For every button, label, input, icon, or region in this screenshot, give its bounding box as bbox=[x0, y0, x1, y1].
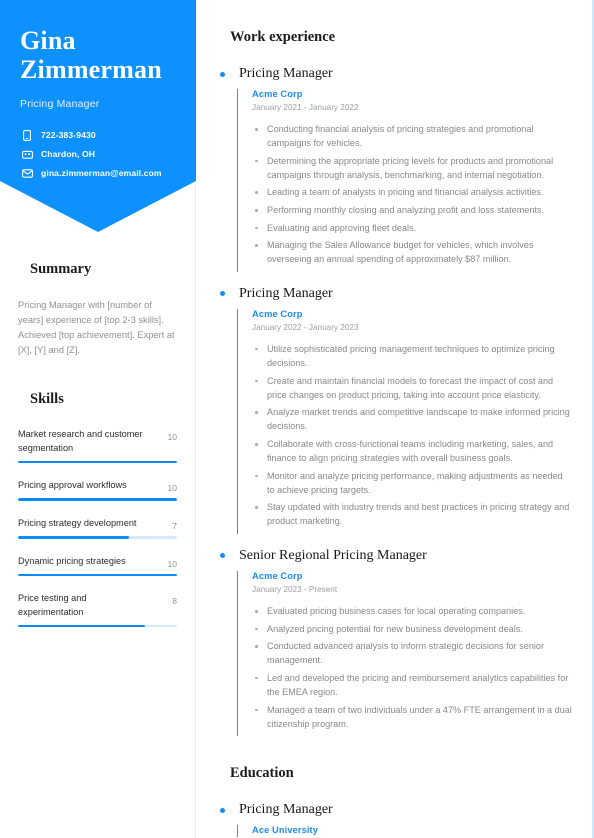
skill-bar-fill bbox=[18, 535, 130, 539]
experience-entry: Pricing Manager Acme Corp January 2022 - J… bbox=[214, 286, 572, 534]
phone-icon bbox=[20, 129, 34, 141]
entry-title: Senior Regional Pricing Manager bbox=[239, 547, 427, 563]
duty-item: Managed a team of two individuals under … bbox=[252, 703, 572, 731]
skills-list: Market research and customer segmentatio… bbox=[18, 428, 177, 628]
entry-company[interactable]: Acme Corp bbox=[252, 571, 572, 581]
skill-name: Pricing strategy development bbox=[18, 517, 137, 528]
email-icon bbox=[20, 167, 34, 179]
bullet-dot-icon bbox=[220, 553, 225, 559]
skill-bar bbox=[18, 535, 177, 539]
entry-body: Acme Corp January 2022 - January 2023 Util… bbox=[237, 308, 572, 534]
contact-email-value: gina.zimmerman@email.com bbox=[41, 168, 162, 179]
duty-item: Leading a team of analysts in pricing an… bbox=[252, 185, 572, 199]
location-icon bbox=[20, 148, 34, 160]
entry-dates: January 2022 - January 2023 bbox=[252, 322, 359, 332]
summary-section: Summary Pricing Manager with [number of … bbox=[0, 254, 195, 358]
skill-bar bbox=[18, 573, 177, 577]
first-name: Gina bbox=[20, 26, 76, 55]
work-experience-entries: Pricing Manager Acme Corp January 2021 - J… bbox=[214, 66, 572, 737]
entry-title: Pricing Manager bbox=[239, 802, 333, 818]
duty-item: Determining the appropriate pricing leve… bbox=[252, 154, 572, 182]
entry-body: Acme Corp January 2021 - January 2022 Cond… bbox=[237, 89, 572, 272]
candidate-name: Gina Zimmerman bbox=[20, 26, 176, 84]
skill-item: Pricing strategy development 7 bbox=[18, 517, 177, 539]
header-job-title: Pricing Manager bbox=[20, 98, 100, 111]
skill-bar-fill bbox=[18, 498, 177, 501]
contact-list: 722-383-9430 Chardon, OH gina.zimmerman@… bbox=[20, 129, 176, 179]
experience-entry: Pricing Manager Acme Corp January 2021 - J… bbox=[214, 66, 572, 272]
skill-score: 10 bbox=[167, 432, 177, 443]
education-section: Education Pricing Manager Ace University bbox=[214, 758, 572, 838]
experience-entry: Senior Regional Pricing Manager Acme Corp… bbox=[214, 547, 572, 737]
skill-name: Dynamic pricing strategies bbox=[18, 555, 126, 566]
skill-bar bbox=[18, 460, 177, 464]
bullet-dot-icon bbox=[220, 807, 225, 813]
contact-location-value: Chardon, OH bbox=[41, 149, 96, 160]
skills-heading: Skills bbox=[14, 384, 82, 414]
duty-item: Led and developed the pricing and reimbu… bbox=[252, 671, 572, 699]
summary-text: Pricing Manager with [number of years] e… bbox=[18, 300, 175, 356]
skills-section: Skills Market research and customer segm… bbox=[0, 384, 195, 628]
experience-entry: Pricing Manager Ace University bbox=[214, 802, 572, 838]
duty-item: Conducted advanced analysis to inform st… bbox=[252, 639, 572, 667]
work-experience-section: Work experience Pricing Manager Acme Corp… bbox=[214, 22, 572, 737]
work-experience-heading: Work experience bbox=[214, 22, 353, 52]
skill-bar-fill bbox=[18, 573, 177, 577]
duty-item: Conducting financial analysis of pricing… bbox=[252, 122, 572, 150]
skill-score: 10 bbox=[167, 558, 177, 569]
contact-phone-value: 722-383-9430 bbox=[41, 130, 96, 141]
bullet-dot-icon bbox=[220, 291, 225, 297]
duty-list: Evaluated pricing business cases for loc… bbox=[252, 604, 572, 731]
skill-bar bbox=[18, 624, 177, 628]
duty-item: Managing the Sales Allowance budget for … bbox=[252, 238, 572, 266]
skill-item: Market research and customer segmentatio… bbox=[18, 428, 177, 464]
skill-item: Price testing and experimentation 8 bbox=[18, 592, 177, 628]
contact-location[interactable]: Chardon, OH bbox=[20, 148, 176, 160]
skill-score: 8 bbox=[172, 596, 177, 607]
duty-item: Monitor and analyze pricing performance,… bbox=[252, 469, 572, 497]
contact-email[interactable]: gina.zimmerman@email.com bbox=[20, 167, 176, 179]
duty-item: Evaluating and approving fleet deals. bbox=[252, 221, 572, 235]
duty-list: Utilize sophisticated pricing management… bbox=[252, 342, 572, 529]
entry-company[interactable]: Ace University bbox=[252, 825, 572, 835]
duty-item: Analyze market trends and competitive la… bbox=[252, 405, 572, 433]
duty-item: Evaluated pricing business cases for loc… bbox=[252, 604, 572, 618]
duty-item: Create and maintain financial models to … bbox=[252, 374, 572, 402]
last-name: Zimmerman bbox=[20, 55, 162, 85]
skill-bar-fill bbox=[18, 460, 177, 464]
entry-title: Pricing Manager bbox=[239, 66, 333, 81]
header-banner: Gina Zimmerman Pricing Manager 722-383-9… bbox=[0, 0, 196, 232]
main-column: Work experience Pricing Manager Acme Corp… bbox=[196, 0, 592, 838]
entry-body: Acme Corp January 2023 - Present Evaluated… bbox=[237, 570, 572, 737]
skill-score: 10 bbox=[167, 483, 177, 494]
duty-item: Stay updated with industry trends and be… bbox=[252, 500, 572, 528]
sidebar: Gina Zimmerman Pricing Manager 722-383-9… bbox=[0, 0, 196, 838]
entry-company[interactable]: Acme Corp bbox=[252, 309, 572, 319]
entry-company[interactable]: Acme Corp bbox=[252, 89, 572, 99]
skill-name: Pricing approval workflows bbox=[18, 480, 127, 491]
skill-score: 7 bbox=[172, 520, 177, 531]
skill-item: Pricing approval workflows 10 bbox=[18, 479, 177, 501]
entry-dates: January 2021 - January 2022 bbox=[252, 103, 359, 112]
skill-item: Dynamic pricing strategies 10 bbox=[18, 555, 177, 577]
education-entries: Pricing Manager Ace University bbox=[214, 802, 572, 838]
resume-page: Gina Zimmerman Pricing Manager 722-383-9… bbox=[0, 0, 594, 838]
education-heading: Education bbox=[214, 758, 312, 788]
duty-item: Performing monthly closing and analyzing… bbox=[252, 203, 572, 217]
entry-body: Ace University bbox=[237, 825, 572, 838]
skill-bar bbox=[18, 498, 177, 501]
duty-item: Analyzed pricing potential for new busin… bbox=[252, 622, 572, 636]
bullet-dot-icon bbox=[220, 71, 225, 77]
skill-name: Price testing and experimentation bbox=[18, 593, 87, 617]
duty-item: Collaborate with cross-functional teams … bbox=[252, 437, 572, 465]
entry-title: Pricing Manager bbox=[239, 285, 333, 301]
duty-list: Conducting financial analysis of pricing… bbox=[252, 122, 572, 266]
duty-item: Utilize sophisticated pricing management… bbox=[252, 342, 572, 370]
contact-phone[interactable]: 722-383-9430 bbox=[20, 129, 176, 141]
summary-heading: Summary bbox=[14, 254, 109, 284]
entry-dates: January 2023 - Present bbox=[252, 584, 338, 594]
skill-name: Market research and customer segmentatio… bbox=[18, 429, 143, 453]
skill-bar-fill bbox=[18, 624, 146, 628]
